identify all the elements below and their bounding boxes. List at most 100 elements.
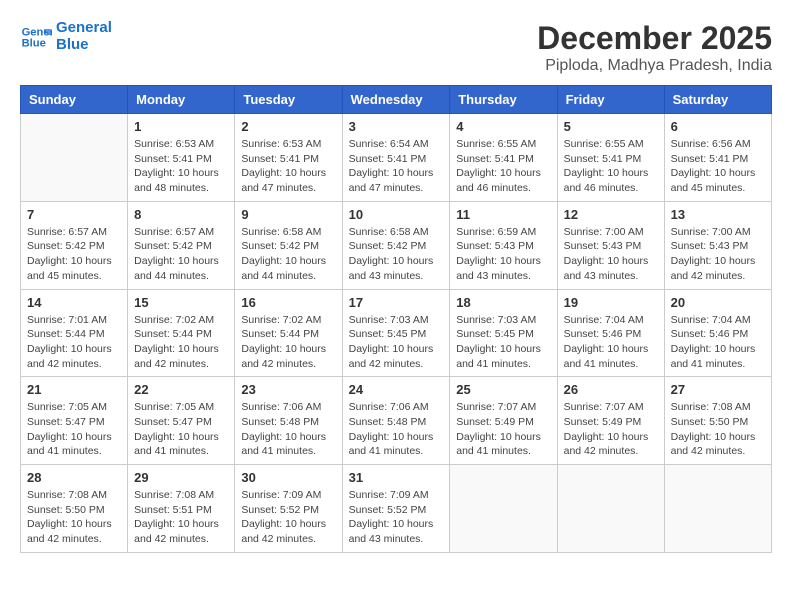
calendar: SundayMondayTuesdayWednesdayThursdayFrid…	[20, 85, 772, 553]
calendar-header-cell: Sunday	[21, 86, 128, 114]
calendar-day-cell: 17Sunrise: 7:03 AM Sunset: 5:45 PM Dayli…	[342, 289, 450, 377]
logo-icon: General Blue	[20, 21, 52, 53]
calendar-day-cell: 4Sunrise: 6:55 AM Sunset: 5:41 PM Daylig…	[450, 114, 557, 202]
calendar-day-cell: 31Sunrise: 7:09 AM Sunset: 5:52 PM Dayli…	[342, 465, 450, 553]
day-info: Sunrise: 7:03 AM Sunset: 5:45 PM Dayligh…	[349, 313, 444, 372]
day-info: Sunrise: 7:08 AM Sunset: 5:51 PM Dayligh…	[134, 488, 228, 547]
calendar-day-cell: 30 Sunrise: 7:09 AM Sunset: 5:52 PM Dayli…	[235, 465, 342, 553]
calendar-day-cell: 13Sunrise: 7:00 AM Sunset: 5:43 PM Dayli…	[664, 201, 771, 289]
calendar-day-cell: 6Sunrise: 6:56 AM Sunset: 5:41 PM Daylig…	[664, 114, 771, 202]
day-number: 24	[349, 382, 444, 397]
calendar-body: 1 Sunrise: 6:53 AM Sunset: 5:41 PM Daylig…	[21, 114, 772, 553]
day-number: 29	[134, 470, 228, 485]
day-number: 14	[27, 295, 121, 310]
calendar-day-cell: 5 Sunrise: 6:55 AM Sunset: 5:41 PM Daylig…	[557, 114, 664, 202]
calendar-day-cell: 14 Sunrise: 7:01 AM Sunset: 5:44 PM Dayli…	[21, 289, 128, 377]
calendar-day-cell: 12 Sunrise: 7:00 AM Sunset: 5:43 PM Dayli…	[557, 201, 664, 289]
calendar-day-cell	[664, 465, 771, 553]
calendar-week-row: 1 Sunrise: 6:53 AM Sunset: 5:41 PM Daylig…	[21, 114, 772, 202]
calendar-day-cell: 10Sunrise: 6:58 AM Sunset: 5:42 PM Dayli…	[342, 201, 450, 289]
calendar-header-cell: Tuesday	[235, 86, 342, 114]
calendar-day-cell: 23 Sunrise: 7:06 AM Sunset: 5:48 PM Dayli…	[235, 377, 342, 465]
day-info: Sunrise: 7:06 AM Sunset: 5:48 PM Dayligh…	[349, 400, 444, 459]
svg-text:Blue: Blue	[22, 37, 46, 49]
day-info: Sunrise: 6:58 AM Sunset: 5:42 PM Dayligh…	[241, 225, 335, 284]
calendar-week-row: 28 Sunrise: 7:08 AM Sunset: 5:50 PM Dayli…	[21, 465, 772, 553]
calendar-week-row: 21Sunrise: 7:05 AM Sunset: 5:47 PM Dayli…	[21, 377, 772, 465]
calendar-header-cell: Wednesday	[342, 86, 450, 114]
day-number: 12	[564, 207, 658, 222]
day-number: 25	[456, 382, 550, 397]
day-number: 27	[671, 382, 765, 397]
calendar-header-cell: Monday	[128, 86, 235, 114]
day-info: Sunrise: 7:08 AM Sunset: 5:50 PM Dayligh…	[27, 488, 121, 547]
day-info: Sunrise: 7:00 AM Sunset: 5:43 PM Dayligh…	[564, 225, 658, 284]
day-info: Sunrise: 7:01 AM Sunset: 5:44 PM Dayligh…	[27, 313, 121, 372]
day-info: Sunrise: 7:02 AM Sunset: 5:44 PM Dayligh…	[241, 313, 335, 372]
day-number: 23	[241, 382, 335, 397]
logo: General Blue General Blue	[20, 20, 112, 53]
calendar-day-cell: 7 Sunrise: 6:57 AM Sunset: 5:42 PM Daylig…	[21, 201, 128, 289]
day-number: 18	[456, 295, 550, 310]
day-number: 19	[564, 295, 658, 310]
day-info: Sunrise: 6:53 AM Sunset: 5:41 PM Dayligh…	[241, 137, 335, 196]
day-info: Sunrise: 6:57 AM Sunset: 5:42 PM Dayligh…	[134, 225, 228, 284]
calendar-day-cell: 11Sunrise: 6:59 AM Sunset: 5:43 PM Dayli…	[450, 201, 557, 289]
calendar-day-cell: 3 Sunrise: 6:54 AM Sunset: 5:41 PM Daylig…	[342, 114, 450, 202]
day-number: 9	[241, 207, 335, 222]
calendar-day-cell: 28 Sunrise: 7:08 AM Sunset: 5:50 PM Dayli…	[21, 465, 128, 553]
calendar-day-cell: 25 Sunrise: 7:07 AM Sunset: 5:49 PM Dayli…	[450, 377, 557, 465]
calendar-header-row: SundayMondayTuesdayWednesdayThursdayFrid…	[21, 86, 772, 114]
day-number: 13	[671, 207, 765, 222]
location-title: Piploda, Madhya Pradesh, India	[537, 57, 772, 75]
day-number: 7	[27, 207, 121, 222]
calendar-day-cell: 15Sunrise: 7:02 AM Sunset: 5:44 PM Dayli…	[128, 289, 235, 377]
day-info: Sunrise: 6:55 AM Sunset: 5:41 PM Dayligh…	[456, 137, 550, 196]
calendar-day-cell: 26 Sunrise: 7:07 AM Sunset: 5:49 PM Dayli…	[557, 377, 664, 465]
day-info: Sunrise: 7:09 AM Sunset: 5:52 PM Dayligh…	[241, 488, 335, 547]
calendar-day-cell: 24 Sunrise: 7:06 AM Sunset: 5:48 PM Dayli…	[342, 377, 450, 465]
day-info: Sunrise: 7:04 AM Sunset: 5:46 PM Dayligh…	[564, 313, 658, 372]
day-number: 26	[564, 382, 658, 397]
calendar-day-cell: 20Sunrise: 7:04 AM Sunset: 5:46 PM Dayli…	[664, 289, 771, 377]
calendar-day-cell: 2 Sunrise: 6:53 AM Sunset: 5:41 PM Daylig…	[235, 114, 342, 202]
calendar-header-cell: Thursday	[450, 86, 557, 114]
calendar-week-row: 7 Sunrise: 6:57 AM Sunset: 5:42 PM Daylig…	[21, 201, 772, 289]
day-number: 3	[349, 119, 444, 134]
day-info: Sunrise: 7:08 AM Sunset: 5:50 PM Dayligh…	[671, 400, 765, 459]
day-number: 22	[134, 382, 228, 397]
calendar-day-cell: 19 Sunrise: 7:04 AM Sunset: 5:46 PM Dayli…	[557, 289, 664, 377]
calendar-day-cell: 9 Sunrise: 6:58 AM Sunset: 5:42 PM Daylig…	[235, 201, 342, 289]
month-title: December 2025	[537, 20, 772, 57]
day-info: Sunrise: 7:02 AM Sunset: 5:44 PM Dayligh…	[134, 313, 228, 372]
day-info: Sunrise: 6:53 AM Sunset: 5:41 PM Dayligh…	[134, 137, 228, 196]
day-info: Sunrise: 7:04 AM Sunset: 5:46 PM Dayligh…	[671, 313, 765, 372]
day-info: Sunrise: 7:06 AM Sunset: 5:48 PM Dayligh…	[241, 400, 335, 459]
calendar-week-row: 14 Sunrise: 7:01 AM Sunset: 5:44 PM Dayli…	[21, 289, 772, 377]
calendar-day-cell	[450, 465, 557, 553]
day-number: 30	[241, 470, 335, 485]
logo-line2: Blue	[56, 37, 112, 54]
calendar-day-cell: 18Sunrise: 7:03 AM Sunset: 5:45 PM Dayli…	[450, 289, 557, 377]
day-info: Sunrise: 6:58 AM Sunset: 5:42 PM Dayligh…	[349, 225, 444, 284]
day-info: Sunrise: 6:54 AM Sunset: 5:41 PM Dayligh…	[349, 137, 444, 196]
calendar-day-cell: 22Sunrise: 7:05 AM Sunset: 5:47 PM Dayli…	[128, 377, 235, 465]
day-info: Sunrise: 7:07 AM Sunset: 5:49 PM Dayligh…	[456, 400, 550, 459]
day-info: Sunrise: 7:07 AM Sunset: 5:49 PM Dayligh…	[564, 400, 658, 459]
calendar-day-cell: 16Sunrise: 7:02 AM Sunset: 5:44 PM Dayli…	[235, 289, 342, 377]
day-number: 2	[241, 119, 335, 134]
calendar-day-cell	[557, 465, 664, 553]
day-number: 8	[134, 207, 228, 222]
page-header: General Blue General Blue December 2025 …	[20, 20, 772, 75]
day-number: 28	[27, 470, 121, 485]
day-info: Sunrise: 6:59 AM Sunset: 5:43 PM Dayligh…	[456, 225, 550, 284]
day-info: Sunrise: 6:55 AM Sunset: 5:41 PM Dayligh…	[564, 137, 658, 196]
logo-line1: General	[56, 20, 112, 37]
calendar-day-cell: 27 Sunrise: 7:08 AM Sunset: 5:50 PM Dayli…	[664, 377, 771, 465]
day-number: 5	[564, 119, 658, 134]
day-info: Sunrise: 6:57 AM Sunset: 5:42 PM Dayligh…	[27, 225, 121, 284]
day-info: Sunrise: 7:05 AM Sunset: 5:47 PM Dayligh…	[27, 400, 121, 459]
day-number: 1	[134, 119, 228, 134]
day-info: Sunrise: 6:56 AM Sunset: 5:41 PM Dayligh…	[671, 137, 765, 196]
title-section: December 2025 Piploda, Madhya Pradesh, I…	[537, 20, 772, 75]
